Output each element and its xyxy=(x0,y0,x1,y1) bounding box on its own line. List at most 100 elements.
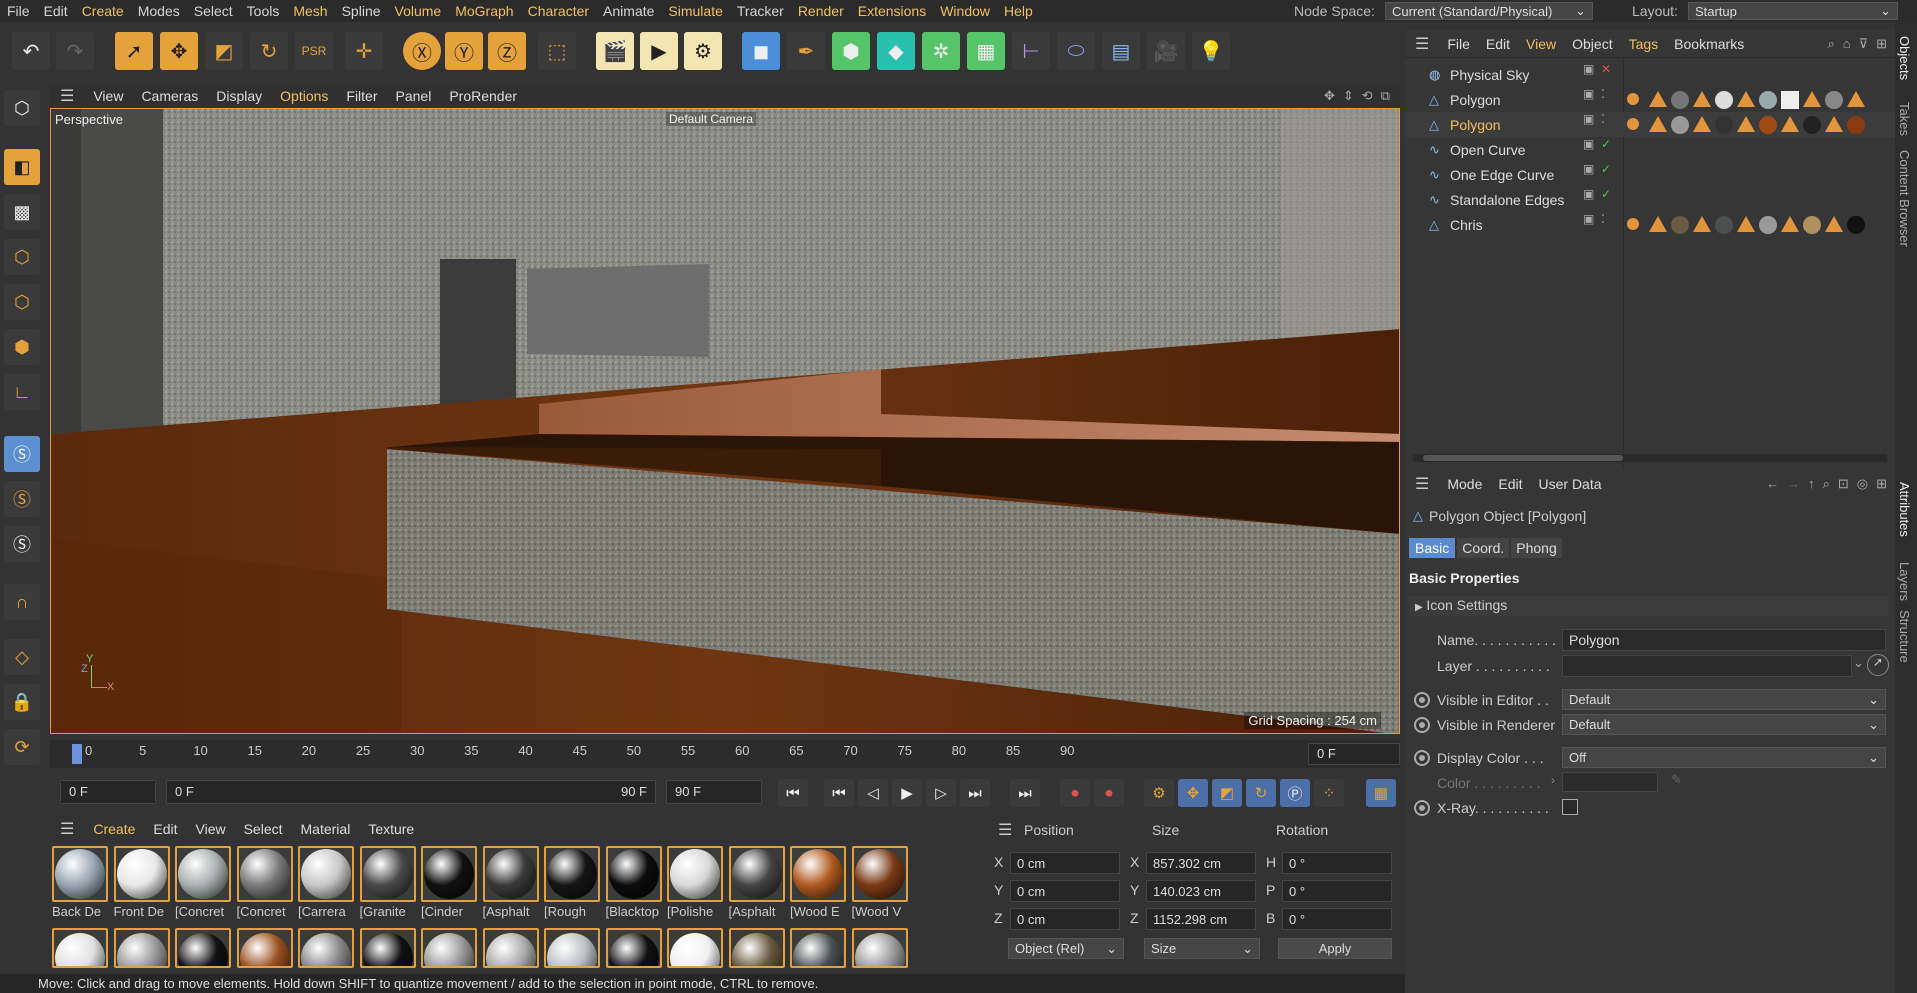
menu-simulate[interactable]: Simulate xyxy=(661,3,729,19)
next-frame-button[interactable]: ▷ xyxy=(926,779,956,807)
current-frame-field[interactable]: 0 F xyxy=(1308,743,1400,765)
hamburger-icon[interactable]: ☰ xyxy=(50,819,84,839)
layer-toggle-icon[interactable]: ▣ xyxy=(1583,187,1594,201)
menu-volume[interactable]: Volume xyxy=(388,3,449,19)
tag-triangle-icon[interactable] xyxy=(1803,91,1821,107)
display-color-radio[interactable] xyxy=(1414,750,1430,766)
tab-content-browser[interactable]: Content Browser xyxy=(1897,150,1912,247)
material-menu-texture[interactable]: Texture xyxy=(359,821,423,837)
select-tool-button[interactable]: ➚ xyxy=(115,32,153,70)
phong-tag-icon[interactable] xyxy=(1627,93,1639,105)
menu-window[interactable]: Window xyxy=(933,3,997,19)
search-icon[interactable]: ⌕ xyxy=(1823,476,1830,492)
material-swatch[interactable]: [Carrera xyxy=(298,846,356,919)
transform-tool-button[interactable]: ✛ xyxy=(345,32,383,70)
material-swatch[interactable]: [Concret xyxy=(175,846,233,919)
menu-mograph[interactable]: MoGraph xyxy=(448,3,520,19)
hamburger-icon[interactable]: ☰ xyxy=(1405,474,1439,494)
material-tag-icon[interactable] xyxy=(1671,116,1689,134)
camera-label[interactable]: Default Camera xyxy=(666,112,757,126)
xray-checkbox[interactable] xyxy=(1562,799,1578,815)
material-tag-icon[interactable] xyxy=(1759,216,1777,234)
picker-arrow-icon[interactable]: ➚ xyxy=(1867,654,1889,676)
snap-quantize-button[interactable]: Ⓢ xyxy=(4,526,40,562)
material-swatch[interactable]: [Wood V xyxy=(851,846,910,919)
back-arrow-icon[interactable]: ← xyxy=(1766,476,1779,492)
visibility-dots-icon[interactable]: ⁚ xyxy=(1601,212,1605,226)
polygons-mode-button[interactable]: ⬢ xyxy=(4,329,40,365)
render-settings-button[interactable]: ⚙ xyxy=(684,32,722,70)
material-swatch[interactable]: [Cinder xyxy=(421,846,479,919)
tag-triangle-icon[interactable] xyxy=(1649,116,1667,132)
pan-view-icon[interactable]: ✥ xyxy=(1324,88,1335,104)
key-rotation-button[interactable]: ↻ xyxy=(1246,779,1276,807)
menu-spline[interactable]: Spline xyxy=(335,3,388,19)
layer-field[interactable] xyxy=(1562,655,1852,677)
tab-takes[interactable]: Takes xyxy=(1897,102,1912,136)
layer-toggle-icon[interactable]: ▣ xyxy=(1583,112,1594,126)
go-to-start-button[interactable]: ⏮ xyxy=(778,779,808,807)
layer-dropdown-icon[interactable]: ⌄ xyxy=(1853,655,1864,671)
xray-radio[interactable] xyxy=(1414,800,1430,816)
menu-file[interactable]: File xyxy=(0,3,37,19)
object-scrollbar[interactable] xyxy=(1413,454,1887,462)
tag-triangle-icon[interactable] xyxy=(1825,216,1843,232)
tag-triangle-icon[interactable] xyxy=(1737,216,1755,232)
render-view-button[interactable]: 🎬 xyxy=(596,32,634,70)
material-tag-icon[interactable] xyxy=(1671,91,1689,109)
material-tag-icon[interactable] xyxy=(1825,91,1843,109)
material-menu-select[interactable]: Select xyxy=(235,821,292,837)
axis-mode-button[interactable]: ∟ xyxy=(4,374,40,410)
model-mode-button[interactable]: ◧ xyxy=(4,149,40,185)
menu-tools[interactable]: Tools xyxy=(240,3,287,19)
material-tag-icon[interactable] xyxy=(1759,116,1777,134)
phong-tag-icon[interactable] xyxy=(1627,218,1639,230)
material-tag-icon[interactable] xyxy=(1803,216,1821,234)
material-swatch[interactable] xyxy=(544,928,602,968)
record-button[interactable]: ⏺ xyxy=(1060,779,1090,807)
visible-renderer-radio[interactable] xyxy=(1414,717,1430,733)
visibility-dots-icon[interactable]: ⁚ xyxy=(1601,87,1605,101)
filter-icon[interactable]: ⊽ xyxy=(1859,36,1869,52)
material-menu-material[interactable]: Material xyxy=(292,821,360,837)
tag-triangle-icon[interactable] xyxy=(1781,116,1799,132)
material-tag-icon[interactable] xyxy=(1671,216,1689,234)
pen-button[interactable]: ✒ xyxy=(787,32,825,70)
material-tag-icon[interactable] xyxy=(1715,216,1733,234)
mograph-button[interactable]: ▦ xyxy=(967,32,1005,70)
redo-button[interactable]: ↷ xyxy=(56,32,94,70)
material-swatch[interactable]: Back De xyxy=(52,846,110,919)
visible-editor-radio[interactable] xyxy=(1414,692,1430,708)
undo-button[interactable]: ↶ xyxy=(12,32,50,70)
hamburger-icon[interactable]: ☰ xyxy=(1405,34,1439,54)
pos-z-field[interactable]: 0 cm xyxy=(1010,908,1120,930)
material-swatch[interactable]: [Rough xyxy=(544,846,602,919)
menu-select[interactable]: Select xyxy=(187,3,240,19)
axis-y-button[interactable]: Ⓨ xyxy=(445,32,483,70)
timeline-ruler[interactable]: 0 5 10 15 20 25 30 35 40 45 50 55 60 65 70 75 80 85 90 0 F xyxy=(50,740,1400,768)
menu-extensions[interactable]: Extensions xyxy=(851,3,933,19)
menu-edit[interactable]: Edit xyxy=(37,3,75,19)
tab-attributes[interactable]: Attributes xyxy=(1897,482,1912,537)
display-color-select[interactable]: Off ⌄ xyxy=(1562,747,1886,768)
tab-structure[interactable]: Structure xyxy=(1897,610,1912,663)
attribute-menu-mode[interactable]: Mode xyxy=(1439,476,1490,492)
size-x-field[interactable]: 857.302 cm xyxy=(1146,852,1256,874)
chevron-right-icon[interactable]: › xyxy=(1551,773,1555,787)
field-button[interactable]: ⬭ xyxy=(1057,32,1095,70)
visible-renderer-select[interactable]: Default ⌄ xyxy=(1562,714,1886,735)
visibility-dots-icon[interactable]: ⁚ xyxy=(1601,112,1605,126)
menu-modes[interactable]: Modes xyxy=(131,3,187,19)
material-swatch[interactable] xyxy=(298,928,356,968)
name-field[interactable]: Polygon xyxy=(1562,629,1886,651)
menu-mesh[interactable]: Mesh xyxy=(286,3,334,19)
menu-character[interactable]: Character xyxy=(521,3,596,19)
tab-phong[interactable]: Phong xyxy=(1511,538,1562,558)
subdivision-button[interactable]: ⬢ xyxy=(832,32,870,70)
move-view-icon[interactable]: ⇕ xyxy=(1343,88,1354,104)
magnet-button[interactable]: ∩ xyxy=(4,584,40,620)
viewport-menu-panel[interactable]: Panel xyxy=(387,88,441,104)
coord-mode-select[interactable]: Object (Rel) ⌄ xyxy=(1008,938,1124,959)
new-panel-icon[interactable]: ⊞ xyxy=(1876,476,1887,492)
material-menu-view[interactable]: View xyxy=(187,821,235,837)
